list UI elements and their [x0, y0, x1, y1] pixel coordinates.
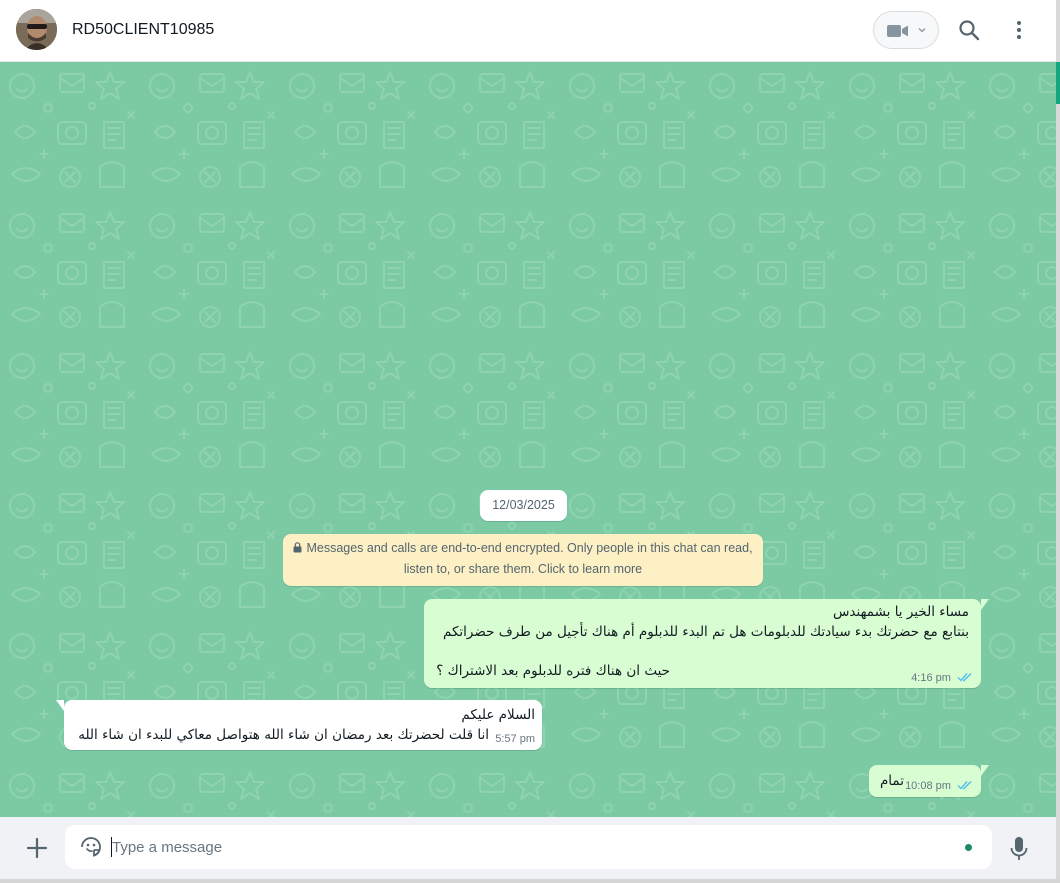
- plus-icon: [26, 837, 48, 859]
- message-composer: [0, 817, 1056, 879]
- message-text: بنتابع مع حضرتك بدء سيادتك للدبلومات هل …: [442, 624, 969, 640]
- message-incoming[interactable]: السلام عليكم انا قلت لحضرتك بعد رمضان ان…: [56, 700, 542, 750]
- status-dot: [965, 844, 972, 851]
- search-button[interactable]: [957, 18, 981, 42]
- whatsapp-web-app: RD50CLIENT10985 12/03/2025 Messages and …: [0, 0, 1056, 883]
- message-time: 4:16 pm: [911, 672, 951, 684]
- chat-header: RD50CLIENT10985: [0, 0, 1056, 62]
- bubble-tail: [981, 765, 989, 776]
- voice-message-button[interactable]: [1008, 835, 1030, 863]
- message-meta: 10:08 pm: [905, 780, 973, 792]
- menu-button[interactable]: [1008, 18, 1030, 42]
- window-scrollbar[interactable]: [1056, 0, 1060, 883]
- message-text: تمام: [879, 773, 904, 789]
- contact-avatar[interactable]: [16, 9, 57, 50]
- message-input-box[interactable]: [65, 825, 992, 869]
- scroll-thumb[interactable]: [1056, 62, 1060, 104]
- double-check-icon: [957, 781, 972, 790]
- window-bottom-edge: [0, 879, 1060, 883]
- microphone-icon: [1010, 837, 1028, 860]
- message-text: مساء الخير يا بشمهندس: [832, 604, 969, 620]
- bubble-tail: [981, 599, 989, 610]
- message-meta: 4:16 pm: [911, 672, 973, 684]
- contact-name[interactable]: RD50CLIENT10985: [72, 21, 214, 39]
- message-text: حيث ان هناك فتره للدبلوم بعد الاشتراك ؟: [436, 663, 670, 679]
- encryption-notice-line2: listen to, or share them. Click to learn…: [403, 562, 643, 576]
- chat-panel[interactable]: 12/03/2025 Messages and calls are end-to…: [0, 62, 1056, 817]
- video-camera-icon: [887, 25, 908, 37]
- bubble-tail: [56, 700, 64, 711]
- encryption-notice-line1: Messages and calls are end-to-end encryp…: [283, 538, 763, 559]
- message-meta: 5:57 pm: [495, 733, 535, 745]
- message-text: السلام عليكم: [461, 707, 535, 723]
- double-check-icon: [957, 673, 972, 682]
- sticker-emoji-icon: [81, 837, 101, 857]
- lock-icon: [293, 542, 302, 553]
- message-input[interactable]: [112, 833, 952, 861]
- emoji-button[interactable]: [79, 835, 103, 859]
- message-text: انا قلت لحضرتك بعد رمضان ان شاء الله هتو…: [78, 727, 489, 743]
- message-time: 5:57 pm: [495, 733, 535, 745]
- message-time: 10:08 pm: [905, 780, 951, 792]
- message-outgoing[interactable]: تمام 10:08 pm: [869, 765, 989, 797]
- kebab-menu-icon: [1017, 21, 1021, 39]
- chevron-down-icon: [918, 28, 926, 33]
- video-call-button[interactable]: [873, 11, 939, 49]
- message-outgoing[interactable]: مساء الخير يا بشمهندس بنتابع مع حضرتك بد…: [424, 599, 989, 688]
- search-icon: [959, 20, 980, 41]
- encryption-notice[interactable]: Messages and calls are end-to-end encryp…: [283, 534, 763, 586]
- date-separator: 12/03/2025: [480, 490, 567, 521]
- attach-button[interactable]: [24, 835, 50, 861]
